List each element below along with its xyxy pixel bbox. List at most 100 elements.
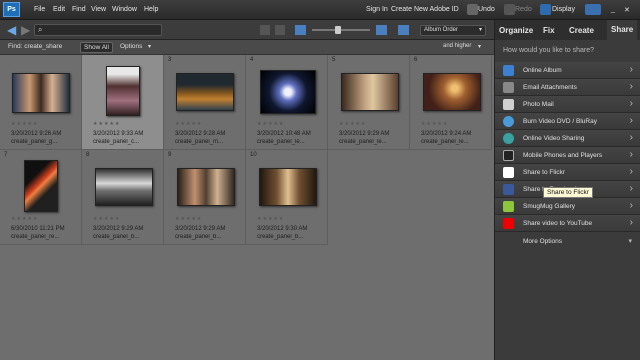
rating-stars[interactable]: ★★★★★ xyxy=(257,216,284,222)
sign-in-link[interactable]: Sign In xyxy=(366,6,388,13)
menu-find[interactable]: Find xyxy=(72,6,86,13)
photo-number: 8 xyxy=(86,152,90,158)
forward-arrow-icon[interactable]: ▶ xyxy=(21,23,30,37)
undo-button[interactable]: Undo xyxy=(478,6,495,13)
photo-thumbnail[interactable] xyxy=(341,73,399,111)
display-button[interactable]: Display xyxy=(552,6,575,13)
photo-cell-selected[interactable]: ★★★★★ 3/20/2012 9:33 AM create_panel_c..… xyxy=(82,55,164,150)
home-icon[interactable] xyxy=(585,4,601,15)
fullscreen-icon[interactable] xyxy=(398,25,409,35)
photo-cell[interactable]: 7 ★★★★★ 6/30/2010 11:21 PM create_panel_… xyxy=(0,150,82,245)
share-smugmug[interactable]: SmugMug Gallery › xyxy=(495,198,640,215)
photo-cell[interactable]: 5 ★★★★★ 3/20/2012 9:29 AM create_panel_l… xyxy=(328,55,410,150)
share-photo-mail[interactable]: Photo Mail › xyxy=(495,96,640,113)
app-logo[interactable]: Ps xyxy=(3,2,20,17)
tab-organize[interactable]: Organize xyxy=(499,26,533,35)
rating-stars[interactable]: ★★★★★ xyxy=(421,121,448,127)
rating-stars[interactable]: ★★★★★ xyxy=(257,121,284,127)
filter-select[interactable]: and higher xyxy=(443,43,471,49)
photo-thumbnail[interactable] xyxy=(95,168,153,206)
photo-number: 9 xyxy=(168,152,172,158)
menu-help[interactable]: Help xyxy=(144,6,158,13)
photo-thumbnail[interactable] xyxy=(259,168,317,206)
photo-date: 3/20/2012 9:26 AM xyxy=(11,131,62,137)
photo-thumbnail[interactable] xyxy=(177,168,235,206)
photo-cell[interactable]: 9 ★★★★★ 3/20/2012 9:29 AM create_panel_b… xyxy=(164,150,246,245)
find-label: Find: create_share xyxy=(8,43,63,50)
menu-view[interactable]: View xyxy=(91,6,106,13)
rating-stars[interactable]: ★★★★★ xyxy=(93,216,120,222)
share-mobile-phones[interactable]: Mobile Phones and Players › xyxy=(495,147,640,164)
create-adobe-id-link[interactable]: Create New Adobe ID xyxy=(391,6,459,13)
more-chevron-icon[interactable]: ▾ xyxy=(628,237,632,245)
chevron-right-icon: › xyxy=(629,98,633,109)
share-online-video[interactable]: Online Video Sharing › xyxy=(495,130,640,147)
photo-thumbnail[interactable] xyxy=(12,73,70,113)
tab-fix[interactable]: Fix xyxy=(543,26,555,35)
rating-stars[interactable]: ★★★★★ xyxy=(339,121,366,127)
rotate-left-icon[interactable] xyxy=(260,25,270,35)
photo-date: 3/20/2012 9:29 AM xyxy=(93,226,144,232)
share-online-album[interactable]: Online Album › xyxy=(495,62,640,79)
rating-stars[interactable]: ★★★★★ xyxy=(93,121,120,127)
close-icon[interactable]: ✕ xyxy=(624,6,630,14)
filter-chevron-icon[interactable]: ▾ xyxy=(478,43,481,50)
rating-stars[interactable]: ★★★★★ xyxy=(11,216,38,222)
more-options-button[interactable]: More Options xyxy=(523,238,562,245)
rating-stars[interactable]: ★★★★★ xyxy=(11,121,38,127)
options-button[interactable]: Options xyxy=(120,43,142,50)
search-input[interactable]: ⌕ xyxy=(34,24,162,36)
photo-thumbnail[interactable] xyxy=(106,66,140,116)
show-all-button[interactable]: Show All xyxy=(80,42,113,53)
item-label: Photo Mail xyxy=(523,101,554,108)
photo-grid: ★★★★★ 3/20/2012 9:26 AM create_panel_g..… xyxy=(0,55,494,255)
chevron-down-icon: ▾ xyxy=(478,27,482,33)
rating-stars[interactable]: ★★★★★ xyxy=(175,216,202,222)
photo-date: 3/20/2012 9:24 AM xyxy=(421,131,472,137)
large-thumb-icon[interactable] xyxy=(376,25,387,35)
photo-cell[interactable]: 3 ★★★★★ 3/20/2012 9:28 AM create_panel_m… xyxy=(164,55,246,150)
share-youtube[interactable]: Share video to YouTube › xyxy=(495,215,640,232)
redo-icon[interactable] xyxy=(504,4,515,15)
chevron-right-icon: › xyxy=(629,132,633,143)
photo-cell[interactable]: ★★★★★ 3/20/2012 9:26 AM create_panel_g..… xyxy=(0,55,82,150)
chevron-right-icon: › xyxy=(629,64,633,75)
photo-thumbnail[interactable] xyxy=(423,73,481,111)
share-flickr[interactable]: Share to Flickr › xyxy=(495,164,640,181)
tab-share[interactable]: Share xyxy=(607,20,638,40)
rating-stars[interactable]: ★★★★★ xyxy=(175,121,202,127)
photo-cell[interactable]: 6 ★★★★★ 3/20/2012 9:24 AM create_panel_l… xyxy=(410,55,492,150)
small-thumb-icon[interactable] xyxy=(295,25,306,35)
item-label: Mobile Phones and Players xyxy=(523,152,603,159)
menu-file[interactable]: File xyxy=(34,6,45,13)
photo-filename: create_panel_b... xyxy=(175,234,222,240)
minimize-icon[interactable]: _ xyxy=(611,6,615,13)
share-email-attachments[interactable]: Email Attachments › xyxy=(495,79,640,96)
photo-cell[interactable]: 4 ★★★★★ 3/20/2012 10:48 AM create_panel_… xyxy=(246,55,328,150)
photo-cell[interactable]: 8 ★★★★★ 3/20/2012 9:29 AM create_panel_b… xyxy=(82,150,164,245)
search-icon: ⌕ xyxy=(38,25,43,34)
photo-thumbnail[interactable] xyxy=(24,160,58,212)
photo-thumbnail[interactable] xyxy=(176,73,234,111)
menu-edit[interactable]: Edit xyxy=(53,6,65,13)
share-burn-dvd[interactable]: Burn Video DVD / BluRay › xyxy=(495,113,640,130)
redo-button[interactable]: Redo xyxy=(515,6,532,13)
photo-date: 3/20/2012 9:29 AM xyxy=(175,226,226,232)
rotate-right-icon[interactable] xyxy=(275,25,285,35)
photo-filename: create_panel_g... xyxy=(11,139,58,145)
tab-create[interactable]: Create xyxy=(569,26,594,35)
photo-thumbnail[interactable] xyxy=(260,70,316,114)
photo-filename: create_panel_c... xyxy=(93,139,140,145)
display-icon[interactable] xyxy=(540,4,551,15)
photo-cell[interactable]: 10 ★★★★★ 3/20/2012 9:30 AM create_panel_… xyxy=(246,150,328,245)
zoom-slider-handle[interactable] xyxy=(335,26,341,34)
menu-window[interactable]: Window xyxy=(112,6,137,13)
back-arrow-icon[interactable]: ◀ xyxy=(7,23,16,37)
chevron-right-icon: › xyxy=(629,149,633,160)
options-chevron-icon[interactable]: ▾ xyxy=(148,43,151,50)
disc-icon xyxy=(503,116,514,127)
photo-filename: create_panel_le... xyxy=(257,139,305,145)
zoom-slider[interactable] xyxy=(312,29,370,31)
sort-select[interactable]: Album Order ▾ xyxy=(420,25,486,36)
undo-icon[interactable] xyxy=(467,4,478,15)
